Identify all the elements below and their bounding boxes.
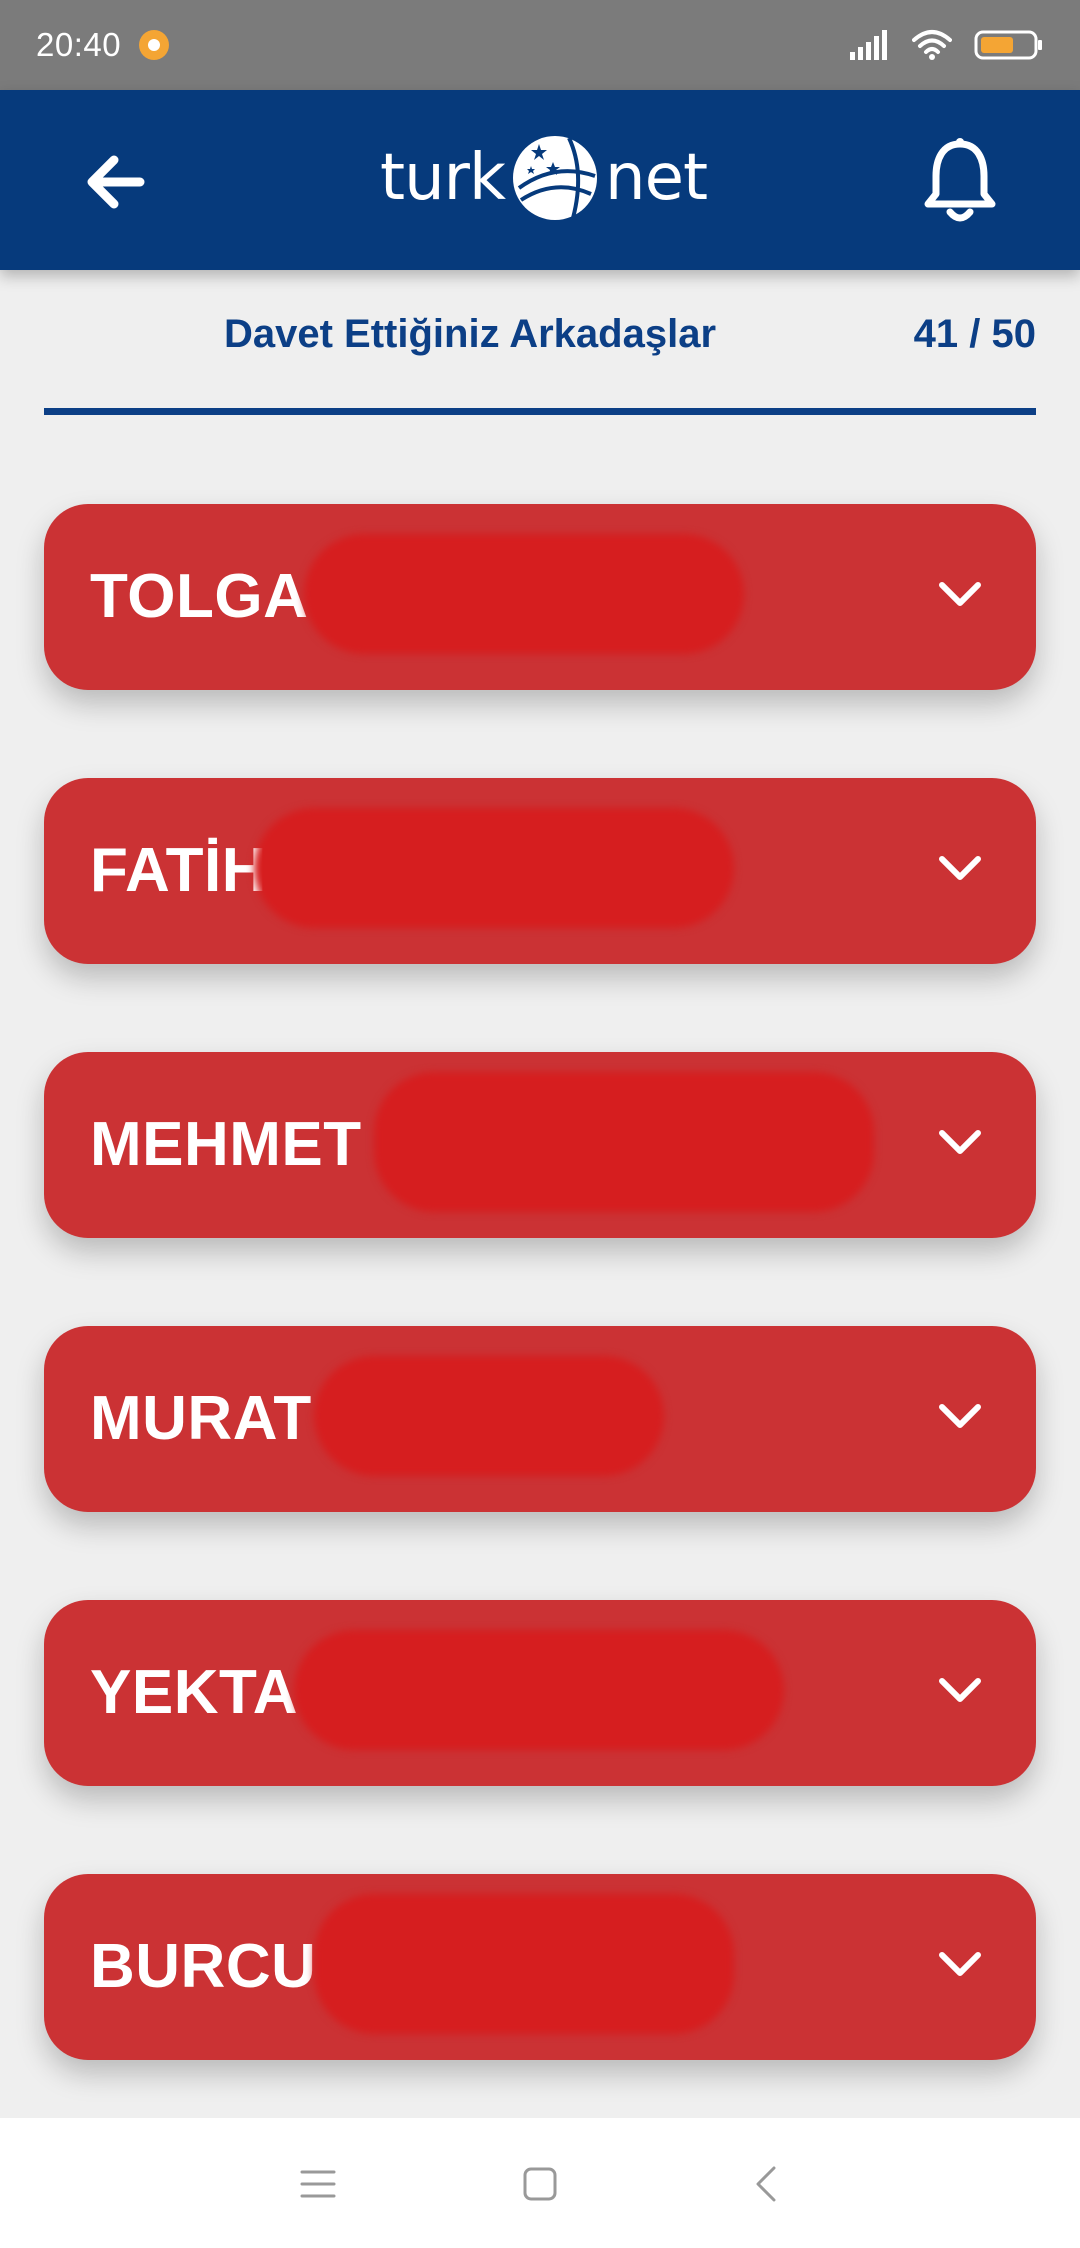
- menu-button[interactable]: [296, 2162, 340, 2206]
- friend-card[interactable]: YEKTA: [44, 1600, 1036, 1786]
- back-chevron-icon: [756, 2166, 776, 2202]
- chevron-down-icon: [939, 1678, 981, 1702]
- chevron-down-icon: [939, 1130, 981, 1154]
- friend-name: BURCU: [90, 1932, 317, 2001]
- friend-name: YEKTA: [90, 1658, 299, 1727]
- friend-card[interactable]: FATİH: [44, 778, 1036, 964]
- redaction-blur: [314, 1356, 664, 1476]
- page-title: Davet Ettiğiniz Arkadaşlar: [224, 312, 717, 356]
- arrow-left-icon: [87, 155, 145, 209]
- section-header: Davet Ettiğiniz Arkadaşlar 41 / 50: [0, 300, 1080, 380]
- redaction-blur: [254, 808, 734, 928]
- friend-name: MEHMET: [90, 1110, 362, 1179]
- status-icons: [850, 29, 1044, 61]
- chevron-down-icon: [939, 856, 981, 880]
- back-button[interactable]: [82, 142, 162, 222]
- turknet-logo: turk net: [380, 128, 710, 228]
- friend-name: MURAT: [90, 1384, 312, 1453]
- chevron-down-icon: [939, 582, 981, 606]
- friend-card[interactable]: MURAT: [44, 1326, 1036, 1512]
- system-back-button[interactable]: [744, 2162, 788, 2206]
- invite-count: 41 / 50: [913, 312, 1036, 356]
- chevron-down-icon: [939, 1952, 981, 1976]
- signal-icon: [850, 30, 890, 60]
- redaction-blur: [294, 1630, 784, 1750]
- system-nav-bar: [0, 2118, 1080, 2248]
- friend-card[interactable]: TOLGA: [44, 504, 1036, 690]
- globe-logo-icon: [513, 136, 598, 220]
- redaction-blur: [374, 1072, 874, 1212]
- logo-text-right: net: [605, 141, 708, 215]
- menu-icon: [300, 2170, 336, 2198]
- status-time: 20:40: [36, 26, 122, 63]
- friend-name: TOLGA: [90, 562, 309, 631]
- friend-card[interactable]: BURCU: [44, 1874, 1036, 2060]
- home-square-icon: [523, 2167, 557, 2201]
- bell-icon: [924, 138, 996, 222]
- title-underline: [44, 408, 1036, 415]
- notifications-button[interactable]: [918, 136, 1002, 228]
- redaction-blur: [304, 534, 744, 654]
- friend-name: FATİH: [90, 836, 267, 905]
- home-button[interactable]: [518, 2162, 562, 2206]
- battery-icon: [974, 29, 1044, 61]
- wifi-icon: [912, 29, 952, 61]
- redaction-blur: [314, 1894, 734, 2034]
- friend-list: TOLGA FATİH MEHMET MURAT YEKTA BURCU: [44, 504, 1036, 2148]
- logo-text-left: turk: [380, 141, 506, 215]
- app-header: turk net: [0, 90, 1080, 270]
- status-bar: 20:40: [0, 0, 1080, 90]
- friend-card[interactable]: MEHMET: [44, 1052, 1036, 1238]
- chevron-down-icon: [939, 1404, 981, 1428]
- notification-dot-icon: [139, 30, 170, 60]
